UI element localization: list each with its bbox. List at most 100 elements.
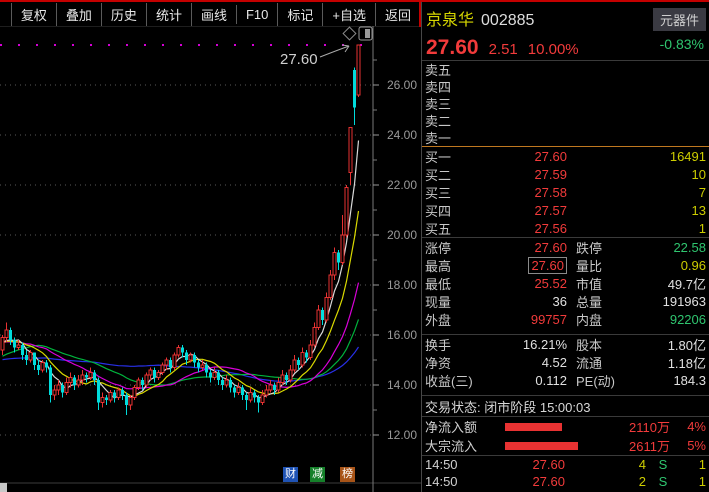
quote-stats-block-a: 涨停27.60跌停22.58最高27.60量比0.96最低25.52市值49.7… bbox=[422, 238, 709, 328]
bid-list: 买一27.6016491买二27.5910买三27.587买四27.5713买五… bbox=[422, 147, 709, 237]
ask-row[interactable]: 卖五 bbox=[422, 61, 709, 78]
toolbar-button-6[interactable]: F10 bbox=[236, 5, 277, 24]
bid-row[interactable]: 买五27.561 bbox=[422, 219, 709, 237]
stat-row: 最低25.52市值49.7亿 bbox=[422, 274, 709, 292]
stat-value: 1.18亿 bbox=[626, 353, 706, 372]
ask-row[interactable]: 卖三 bbox=[422, 95, 709, 112]
stat-row: 外盘99757内盘92206 bbox=[422, 310, 709, 328]
stock-app-window: { "toolbar": {"buttons": ["复权","叠加","历史"… bbox=[0, 0, 709, 492]
bid-price: 27.59 bbox=[467, 167, 567, 182]
bid-volume: 7 bbox=[567, 185, 706, 200]
tick-volume: 2 bbox=[565, 474, 646, 489]
ask-row[interactable]: 卖二 bbox=[422, 112, 709, 129]
stat-label: 现量 bbox=[425, 292, 467, 311]
stat-label: 收益(三) bbox=[425, 371, 467, 390]
stock-code: 002885 bbox=[481, 12, 534, 30]
quote-panel: 京泉华 002885 元器件 27.60 2.51 10.00% -0.83% … bbox=[421, 2, 709, 492]
stat-label: 换手 bbox=[425, 335, 467, 354]
tick-time: 14:50 bbox=[425, 457, 467, 472]
highlighted-value: 27.60 bbox=[528, 257, 567, 274]
stat-value: 22.58 bbox=[626, 240, 706, 255]
last-price: 27.60 bbox=[426, 36, 479, 60]
stat-label: 股本 bbox=[576, 335, 626, 354]
stat-label: 市值 bbox=[576, 274, 626, 293]
money-flow-label: 大宗流入 bbox=[425, 436, 505, 455]
stat-row: 最高27.60量比0.96 bbox=[422, 256, 709, 274]
bid-label: 买一 bbox=[425, 147, 467, 166]
y-axis-label: 16.00 bbox=[387, 328, 417, 342]
stat-value: 16.21% bbox=[467, 337, 567, 352]
tick-count: 1 bbox=[680, 457, 706, 472]
stat-value: 0.112 bbox=[467, 373, 567, 388]
stat-label: 最低 bbox=[425, 274, 467, 293]
toolbar-button-2[interactable]: 叠加 bbox=[56, 3, 101, 26]
stat-row: 换手16.21%股本1.80亿 bbox=[422, 335, 709, 353]
stat-value: 27.60 bbox=[467, 240, 567, 255]
bid-price: 27.58 bbox=[467, 185, 567, 200]
bid-row[interactable]: 买四27.5713 bbox=[422, 201, 709, 219]
quote-header: 京泉华 002885 元器件 27.60 2.51 10.00% -0.83% bbox=[422, 2, 709, 60]
toolbar-button-7[interactable]: 标记 bbox=[277, 3, 322, 26]
tick-volume: 4 bbox=[565, 457, 646, 472]
bid-label: 买二 bbox=[425, 165, 467, 184]
ask-row[interactable]: 卖一 bbox=[422, 129, 709, 146]
quote-stats-block-b: 换手16.21%股本1.80亿净资4.52流通1.18亿收益(三)0.112PE… bbox=[422, 335, 709, 389]
toolbar-button-1[interactable]: 复权 bbox=[11, 3, 56, 26]
stat-value: 49.7亿 bbox=[626, 274, 706, 293]
bid-row[interactable]: 买二27.5910 bbox=[422, 165, 709, 183]
stat-row: 收益(三)0.112PE(动)184.3 bbox=[422, 371, 709, 389]
panel-toggle-icon-fill bbox=[365, 29, 370, 38]
chart-marker-badge-2[interactable]: 减 bbox=[310, 467, 325, 482]
money-flow-pct: 4% bbox=[670, 419, 706, 434]
toolbar-button-5[interactable]: 画线 bbox=[191, 3, 236, 26]
chart-marker-badge-1[interactable]: 财 bbox=[283, 467, 298, 482]
stat-label: 总量 bbox=[576, 292, 626, 311]
toolbar-button-4[interactable]: 统计 bbox=[146, 3, 191, 26]
stat-value: 191963 bbox=[626, 294, 706, 309]
diamond-marker-icon[interactable] bbox=[343, 27, 356, 40]
chart-marker-badge-3[interactable]: 榜 bbox=[340, 467, 355, 482]
stat-row: 现量36总量191963 bbox=[422, 292, 709, 310]
y-axis-label: 14.00 bbox=[387, 378, 417, 392]
ask-row[interactable]: 卖四 bbox=[422, 78, 709, 95]
money-flow-bar bbox=[505, 442, 578, 450]
toolbar-button-3[interactable]: 历史 bbox=[101, 3, 146, 26]
toolbar-button-9[interactable]: 返回 bbox=[375, 3, 421, 26]
tick-price: 27.60 bbox=[467, 457, 565, 472]
toolbar-right-border bbox=[419, 0, 421, 27]
trading-status-label: 交易状态: bbox=[425, 397, 481, 416]
resize-grip[interactable] bbox=[0, 483, 7, 492]
bid-label: 买五 bbox=[425, 219, 467, 238]
bid-price: 27.60 bbox=[467, 149, 567, 164]
stat-value: 4.52 bbox=[467, 355, 567, 370]
stat-value: 27.60 bbox=[467, 258, 567, 273]
tick-side-flag: S bbox=[646, 457, 680, 472]
tick-price: 27.60 bbox=[467, 474, 565, 489]
sector-change-pct: -0.83% bbox=[660, 36, 704, 52]
y-axis-label: 22.00 bbox=[387, 178, 417, 192]
annotation-arrow bbox=[320, 46, 349, 57]
bid-label: 买四 bbox=[425, 201, 467, 220]
stat-label: 最高 bbox=[425, 256, 467, 275]
bid-row[interactable]: 买一27.6016491 bbox=[422, 147, 709, 165]
bid-volume: 1 bbox=[567, 221, 706, 236]
stat-label: 流通 bbox=[576, 353, 626, 372]
toolbar-button-8[interactable]: +自选 bbox=[322, 3, 375, 26]
window-top-border bbox=[0, 0, 709, 2]
sector-badge[interactable]: 元器件 bbox=[653, 8, 706, 31]
bid-volume: 16491 bbox=[567, 149, 706, 164]
ma-line-ma10 bbox=[3, 211, 359, 397]
stat-value: 99757 bbox=[467, 312, 567, 327]
chart-toolbar: 复权叠加历史统计画线F10标记+自选返回 bbox=[0, 2, 421, 26]
tick-side-flag: S bbox=[646, 474, 680, 489]
stock-name: 京泉华 bbox=[426, 6, 474, 30]
stat-value: 184.3 bbox=[626, 373, 706, 388]
money-flow-row: 大宗流入2611万5% bbox=[422, 436, 709, 455]
y-axis-label: 26.00 bbox=[387, 78, 417, 92]
money-flow-value: 2611万 bbox=[608, 436, 670, 455]
kline-chart[interactable]: 12.0014.0016.0018.0020.0022.0024.0026.00… bbox=[0, 26, 421, 492]
price-annotation-label: 27.60 bbox=[280, 51, 318, 68]
bid-row[interactable]: 买三27.587 bbox=[422, 183, 709, 201]
tick-list: 14:5027.604S114:5027.602S1 bbox=[422, 456, 709, 490]
price-change-pct: 10.00% bbox=[528, 41, 579, 58]
